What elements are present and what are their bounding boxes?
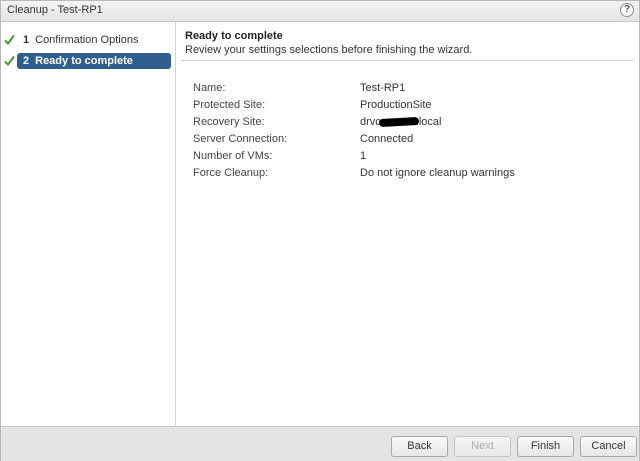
- page-subtitle: Review your settings selections before f…: [185, 44, 473, 56]
- step-number: 1: [23, 34, 30, 46]
- step-label: Confirmation Options: [35, 34, 139, 46]
- cancel-button[interactable]: Cancel: [580, 436, 637, 457]
- summary-label: Force Cleanup:: [193, 167, 269, 179]
- step-pill-active: 2 Ready to complete: [17, 53, 171, 69]
- summary-row-name: Name: Test-RP1: [193, 80, 613, 97]
- help-icon[interactable]: ?: [620, 3, 634, 17]
- summary-row-recovery-site: Recovery Site: drvc .local: [193, 114, 613, 131]
- summary-value: 1: [360, 150, 367, 162]
- back-button[interactable]: Back: [391, 436, 448, 457]
- page-title: Ready to complete: [185, 30, 283, 42]
- summary-label: Number of VMs:: [193, 150, 273, 162]
- header-divider: [181, 60, 634, 61]
- step-label: Ready to complete: [35, 55, 133, 67]
- wizard-steps: 1 Confirmation Options 2 Ready to complete: [1, 22, 175, 426]
- window-title: Cleanup - Test-RP1: [7, 4, 103, 16]
- summary-label: Protected Site:: [193, 99, 266, 111]
- recovery-site-prefix: drvc: [360, 116, 381, 128]
- step-number: 2: [23, 55, 30, 67]
- summary-label: Name:: [193, 82, 226, 94]
- summary-value: ProductionSite: [360, 99, 432, 111]
- title-bar: Cleanup - Test-RP1 ?: [1, 1, 639, 22]
- step-confirmation-options[interactable]: 1 Confirmation Options: [1, 32, 175, 48]
- summary-value: Connected: [360, 133, 414, 145]
- check-icon: [4, 55, 15, 67]
- redaction-mark: [378, 117, 419, 128]
- summary-row-server-connection: Server Connection: Connected: [193, 131, 613, 148]
- main-panel: Ready to complete Review your settings s…: [175, 22, 639, 426]
- summary-label: Server Connection:: [193, 133, 288, 145]
- button-bar: Back Next Finish Cancel: [1, 426, 639, 461]
- next-button[interactable]: Next: [454, 436, 511, 457]
- finish-button[interactable]: Finish: [517, 436, 574, 457]
- cleanup-dialog: Cleanup - Test-RP1 ? 1 Confirmation Optio…: [0, 0, 640, 461]
- summary-value: drvc .local: [360, 114, 441, 131]
- summary-row-force-cleanup: Force Cleanup: Do not ignore cleanup war…: [193, 165, 613, 182]
- summary-label: Recovery Site:: [193, 116, 265, 128]
- recovery-site-suffix: .local: [415, 116, 442, 128]
- settings-summary: Name: Test-RP1 Protected Site: Productio…: [193, 80, 613, 182]
- check-icon: [4, 34, 15, 46]
- summary-value: Test-RP1: [360, 82, 406, 94]
- summary-row-protected-site: Protected Site: ProductionSite: [193, 97, 613, 114]
- summary-value: Do not ignore cleanup warnings: [360, 167, 515, 179]
- step-pill: 1 Confirmation Options: [17, 32, 171, 48]
- summary-row-number-of-vms: Number of VMs: 1: [193, 148, 613, 165]
- step-ready-to-complete[interactable]: 2 Ready to complete: [1, 53, 175, 69]
